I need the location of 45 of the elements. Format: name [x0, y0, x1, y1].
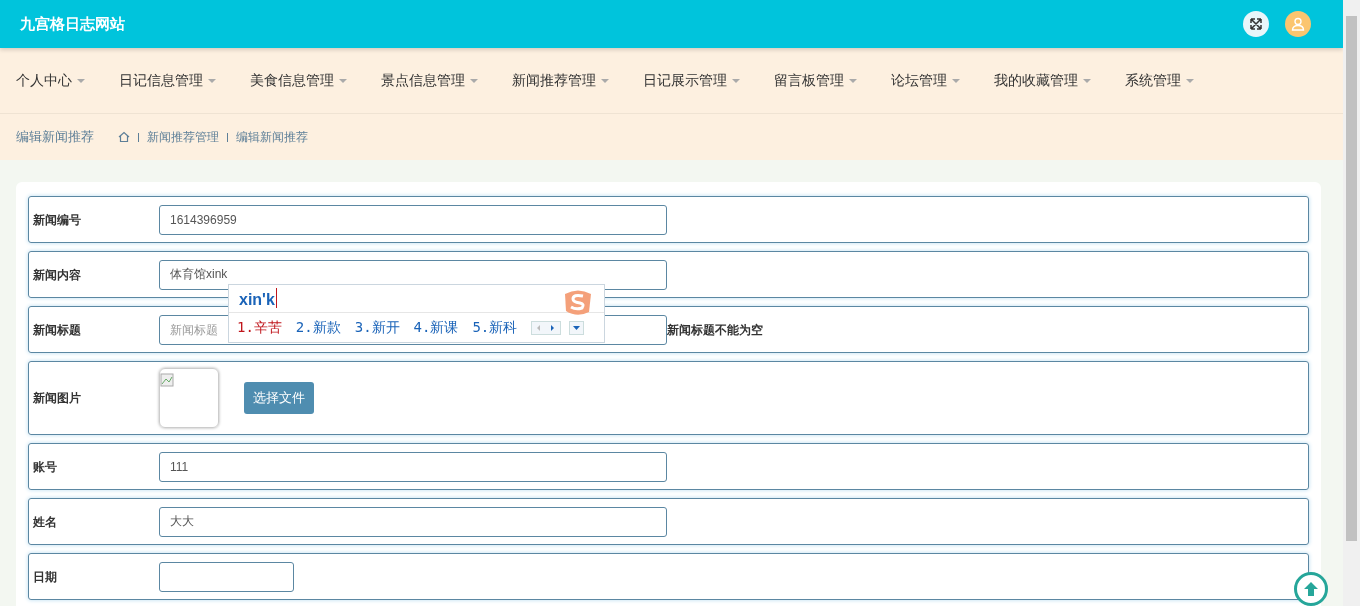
date-field[interactable] [159, 561, 294, 592]
nav-menu-item[interactable]: 日记展示管理 [643, 70, 740, 91]
fullscreen-button[interactable] [1243, 11, 1269, 37]
user-avatar-button[interactable] [1285, 11, 1311, 37]
nav-menu-item[interactable]: 日记信息管理 [119, 70, 216, 91]
ime-composition: xin'k [239, 288, 277, 308]
field-label: 新闻内容 [33, 266, 82, 284]
field-label: 姓名 [33, 513, 58, 531]
choose-file-button[interactable]: 选择文件 [244, 382, 314, 414]
ime-candidate[interactable]: 1.辛苦 [237, 317, 282, 338]
error-message: 新闻标题不能为空 [667, 321, 763, 339]
nav-menu-item[interactable]: 系统管理 [1125, 70, 1194, 91]
nav-menu-item[interactable]: 留言板管理 [774, 70, 857, 91]
ime-candidate[interactable]: 3.新开 [354, 317, 400, 338]
broken-image [159, 368, 219, 428]
ime-candidate[interactable]: 2.新款 [295, 317, 341, 338]
breadcrumb-link[interactable]: 新闻推荐管理 [147, 128, 219, 146]
dropdown-icon[interactable] [569, 320, 585, 335]
input-field[interactable]: 111 [159, 451, 667, 482]
input-field[interactable]: 1614396959 [159, 204, 667, 235]
site-title: 九宫格日志网站 [20, 13, 125, 34]
field-label: 日期 [33, 568, 58, 586]
breadcrumb-current: 编辑新闻推荐 [236, 129, 308, 146]
ime-candidate[interactable]: 4.新课 [413, 317, 459, 338]
ime-logo-icon [562, 288, 594, 316]
input-field[interactable]: 大大 [159, 506, 667, 537]
field-label: 账号 [33, 458, 58, 476]
field-label: 新闻标题 [33, 321, 82, 339]
nav-menu-item[interactable]: 我的收藏管理 [994, 70, 1091, 91]
input-field[interactable]: 体育馆xink [159, 259, 667, 290]
nav-menu-item[interactable]: 新闻推荐管理 [512, 70, 609, 91]
field-label: 新闻编号 [33, 211, 82, 229]
nav-menu-item[interactable]: 美食信息管理 [250, 70, 347, 91]
scrollbar[interactable] [1343, 0, 1360, 606]
home-icon[interactable] [118, 131, 130, 143]
ime-candidate[interactable]: 5.新科 [472, 317, 518, 338]
nav-menu-item[interactable]: 景点信息管理 [381, 70, 478, 91]
expand-icon [1249, 17, 1263, 31]
page-arrows-icon[interactable] [531, 320, 562, 335]
field-label: 新闻图片 [33, 390, 82, 407]
nav-menu-item[interactable]: 个人中心 [16, 70, 85, 91]
nav-menu-item[interactable]: 论坛管理 [891, 70, 960, 91]
user-icon [1291, 17, 1305, 31]
arrow-up-icon [1303, 581, 1319, 597]
page-title: 编辑新闻推荐 [16, 128, 94, 147]
